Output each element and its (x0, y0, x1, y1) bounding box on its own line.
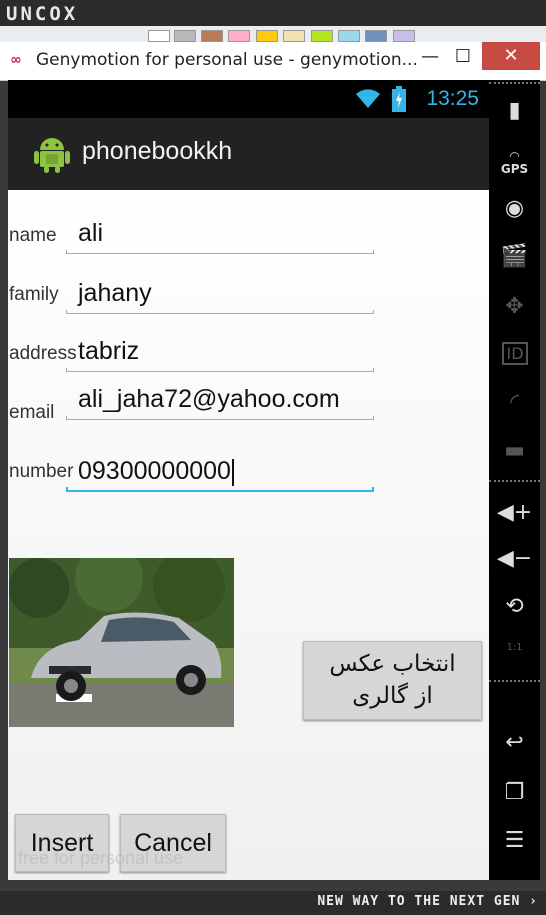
emulator-sidebar: ▮ ◠ GPS ◉ 🎬 ✥ ID ◜ ▬ ◀+ ◀− ⟲ 1:1 ↩ ❐ ☰ (489, 80, 540, 880)
recent-apps-icon[interactable]: ❐ (489, 780, 540, 805)
cast-icon[interactable]: ◜ (489, 390, 540, 415)
brand-logo: UNCOX (6, 3, 79, 25)
address-value: tabriz (78, 337, 140, 365)
name-value: ali (78, 219, 104, 247)
window-title: Genymotion for personal use - genymotion… (36, 50, 418, 70)
minimize-icon[interactable]: — (414, 42, 446, 72)
app-title: phonebookkh (82, 137, 233, 165)
color-swatch[interactable] (148, 30, 170, 42)
tagline: NEW WAY TO THE NEXT GEN › (317, 894, 538, 909)
paint-ribbon (0, 26, 546, 42)
window-titlebar: ∞ Genymotion for personal use - genymoti… (0, 42, 546, 81)
battery-charging-icon (392, 86, 406, 112)
id-icon[interactable]: ID (502, 342, 528, 365)
text-cursor (231, 458, 234, 486)
color-swatch[interactable] (228, 30, 250, 42)
email-value: ali_jaha72@yahoo.com (78, 385, 340, 413)
action-bar: phonebookkh (8, 118, 489, 190)
color-swatch[interactable] (365, 30, 387, 42)
status-bar: 13:25 (8, 80, 489, 118)
watermark: free for personal use (18, 848, 184, 868)
number-value: 09300000000 (78, 457, 234, 486)
wifi-icon (356, 89, 380, 108)
genymotion-logo-icon: ∞ (10, 52, 22, 68)
family-label: family (9, 284, 59, 305)
bottom-tagline-bar: NEW WAY TO THE NEXT GEN › (0, 891, 546, 915)
email-label: email (9, 402, 55, 423)
color-swatch[interactable] (393, 30, 415, 42)
name-field[interactable]: ali (66, 216, 374, 254)
number-label: number (9, 461, 74, 482)
family-field[interactable]: jahany (66, 276, 374, 314)
menu-icon[interactable]: ☰ (489, 828, 540, 853)
contact-photo[interactable] (9, 558, 234, 727)
color-swatch[interactable] (256, 30, 278, 42)
sms-icon[interactable]: ▬ (489, 438, 540, 463)
battery-icon[interactable]: ▮ (489, 98, 540, 123)
webcam-icon[interactable]: ◉ (489, 196, 540, 221)
number-field[interactable]: 09300000000 (66, 454, 374, 492)
gps-icon[interactable]: ◠ GPS (489, 150, 540, 176)
color-swatch[interactable] (174, 30, 196, 42)
color-swatch[interactable] (338, 30, 360, 42)
volume-down-icon[interactable]: ◀− (489, 546, 540, 571)
volume-up-icon[interactable]: ◀+ (489, 500, 540, 525)
dpad-icon[interactable]: ✥ (489, 294, 540, 319)
android-screen: 13:25 phonebookkh name ali family jahany… (8, 80, 489, 880)
media-icon[interactable]: 🎬 (489, 244, 540, 269)
family-value: jahany (78, 279, 152, 307)
choose-from-gallery-button[interactable]: انتخاب عکس از گالری (303, 641, 482, 720)
maximize-icon[interactable]: ☐ (447, 42, 479, 72)
email-field[interactable]: ali_jaha72@yahoo.com (66, 382, 374, 420)
color-swatch[interactable] (311, 30, 333, 42)
color-swatch[interactable] (283, 30, 305, 42)
form-area: name ali family jahany address tabriz em… (8, 190, 489, 880)
android-icon (34, 138, 70, 173)
name-label: name (9, 225, 57, 246)
color-swatch[interactable] (201, 30, 223, 42)
pixel-perfect-icon[interactable]: 1:1 (489, 642, 540, 653)
address-field[interactable]: tabriz (66, 334, 374, 372)
back-icon[interactable]: ↩ (489, 730, 540, 755)
rotate-icon[interactable]: ⟲ (489, 594, 540, 619)
close-button[interactable]: ✕ (482, 42, 540, 70)
status-time: 13:25 (426, 87, 479, 110)
